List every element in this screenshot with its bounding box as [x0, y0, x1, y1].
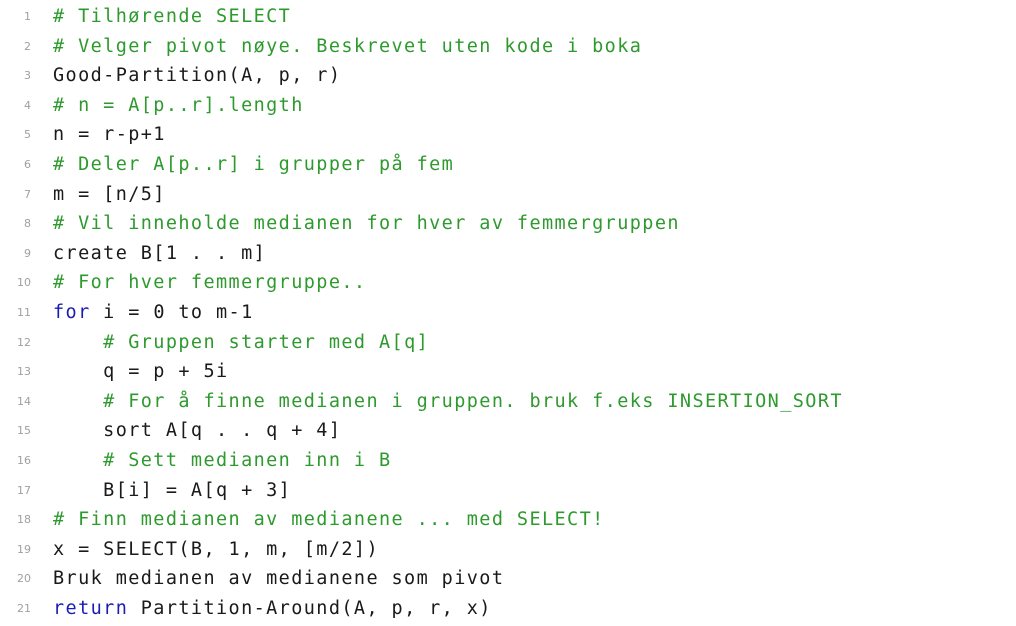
- line-number: 19: [17, 542, 31, 556]
- code-text: Bruk medianen av medianene som pivot: [53, 568, 505, 590]
- code-statement: B[i] = A[q + 3]: [53, 476, 291, 506]
- code-comment: # Tilhørende SELECT: [53, 2, 291, 32]
- line-number: 14: [17, 394, 31, 408]
- code-text: n = r-p+1: [53, 124, 166, 146]
- code-text: # Tilhørende SELECT: [53, 6, 292, 27]
- code-line: 17 B[i] = A[q + 3]: [0, 476, 1016, 506]
- code-comment: # Sett medianen inn i B: [53, 446, 392, 476]
- code-text: # Finn medianen av medianene ... med SEL…: [53, 509, 605, 531]
- code-statement: Good-Partition(A, p, r): [53, 61, 341, 91]
- code-comment: # Deler A[p..r] i grupper på fem: [53, 150, 454, 180]
- code-comment: # Finn medianen av medianene ... med SEL…: [53, 505, 605, 535]
- code-statement: Bruk medianen av medianene som pivot: [53, 564, 504, 594]
- line-number: 8: [24, 217, 31, 231]
- code-text: Good-Partition(A, p, r): [53, 65, 342, 87]
- line-number: 13: [17, 365, 31, 379]
- line-number: 18: [17, 513, 31, 527]
- code-line: 10 # For hver femmergruppe..: [0, 268, 1016, 298]
- line-number: 7: [24, 187, 31, 201]
- line-number: 21: [17, 602, 31, 615]
- code-line: 7 m = [n/5]: [0, 180, 1016, 210]
- line-number: 9: [24, 246, 31, 260]
- code-text: # Gruppen starter med A[q]: [103, 331, 430, 353]
- code-comment: # Gruppen starter med A[q]: [53, 328, 429, 358]
- line-number: 20: [17, 572, 31, 586]
- line-number: 15: [17, 424, 31, 438]
- code-text: m = [n/5]: [53, 183, 166, 205]
- code-text: # Velger pivot nøye. Beskrevet uten kode…: [53, 35, 643, 57]
- code-line: 8 # Vil inneholde medianen for hver av fe…: [0, 209, 1016, 239]
- code-statement: for i = 0 to m-1: [53, 298, 254, 328]
- code-line: 15 sort A[q . . q + 4]: [0, 416, 1016, 446]
- code-text: Partition-Around(A, p, r, x): [128, 598, 492, 619]
- line-number: 1: [24, 10, 31, 23]
- line-number: 16: [17, 454, 31, 467]
- code-statement: n = r-p+1: [53, 120, 166, 150]
- code-text: # For hver femmergruppe..: [53, 272, 367, 294]
- code-line: 14 # For å finne medianen i gruppen. bru…: [0, 387, 1016, 417]
- code-text: i = 0 to m-1: [90, 302, 254, 323]
- line-number: 10: [17, 276, 31, 290]
- code-line: 11 for i = 0 to m-1: [0, 298, 1016, 328]
- code-text: # n = A[p..r].length: [53, 94, 304, 116]
- code-statement: m = [n/5]: [53, 180, 166, 210]
- line-number: 12: [17, 335, 31, 349]
- line-number: 17: [17, 483, 31, 497]
- code-statement: q = p + 5i: [53, 357, 229, 387]
- code-line: 3 Good-Partition(A, p, r): [0, 61, 1016, 91]
- code-comment: # n = A[p..r].length: [53, 91, 304, 121]
- code-listing: 1 # Tilhørende SELECT 2 # Velger pivot nøye…: [0, 0, 1016, 626]
- line-number: 6: [24, 158, 31, 171]
- code-statement: sort A[q . . q + 4]: [53, 416, 341, 446]
- code-text: B[i] = A[q + 3]: [103, 479, 292, 501]
- code-line: 21 return Partition-Around(A, p, r, x): [0, 594, 1016, 624]
- code-text: # Vil inneholde medianen for hver av fem…: [53, 213, 680, 235]
- code-line: 12 # Gruppen starter med A[q]: [0, 328, 1016, 358]
- code-text: create B[1 . . m]: [53, 242, 267, 264]
- code-line: 16 # Sett medianen inn i B: [0, 446, 1016, 476]
- code-statement: x = SELECT(B, 1, m, [m/2]): [53, 535, 379, 565]
- code-comment: # Velger pivot nøye. Beskrevet uten kode…: [53, 32, 642, 62]
- code-comment: # For hver femmergruppe..: [53, 268, 366, 298]
- line-number: 5: [24, 128, 31, 142]
- code-line: 13 q = p + 5i: [0, 357, 1016, 387]
- code-statement: create B[1 . . m]: [53, 239, 266, 269]
- line-number: 4: [24, 98, 31, 112]
- code-keyword: for: [53, 302, 91, 323]
- code-text: x = SELECT(B, 1, m, [m/2]): [53, 538, 379, 560]
- code-text: q = p + 5i: [103, 361, 229, 383]
- code-line: 6 # Deler A[p..r] i grupper på fem: [0, 150, 1016, 180]
- code-line: 5 n = r-p+1: [0, 120, 1016, 150]
- code-comment: # Vil inneholde medianen for hver av fem…: [53, 209, 680, 239]
- code-keyword: return: [53, 598, 129, 619]
- code-text: # Sett medianen inn i B: [103, 450, 392, 471]
- code-line: 1 # Tilhørende SELECT: [0, 2, 1016, 32]
- code-comment: # For å finne medianen i gruppen. bruk f…: [53, 387, 843, 417]
- code-line: 18 # Finn medianen av medianene ... med S…: [0, 505, 1016, 535]
- code-statement: return Partition-Around(A, p, r, x): [53, 594, 492, 624]
- code-line: 20 Bruk medianen av medianene som pivot: [0, 564, 1016, 594]
- line-number: 3: [24, 69, 31, 83]
- code-text: sort A[q . . q + 4]: [103, 420, 342, 442]
- code-line: 19 x = SELECT(B, 1, m, [m/2]): [0, 535, 1016, 565]
- code-text: # For å finne medianen i gruppen. bruk f…: [103, 390, 843, 412]
- line-number: 11: [17, 306, 31, 319]
- code-line: 4 # n = A[p..r].length: [0, 91, 1016, 121]
- code-line: 9 create B[1 . . m]: [0, 239, 1016, 269]
- line-number: 2: [24, 39, 31, 53]
- code-text: # Deler A[p..r] i grupper på fem: [53, 154, 455, 175]
- code-line: 2 # Velger pivot nøye. Beskrevet uten kod…: [0, 32, 1016, 62]
